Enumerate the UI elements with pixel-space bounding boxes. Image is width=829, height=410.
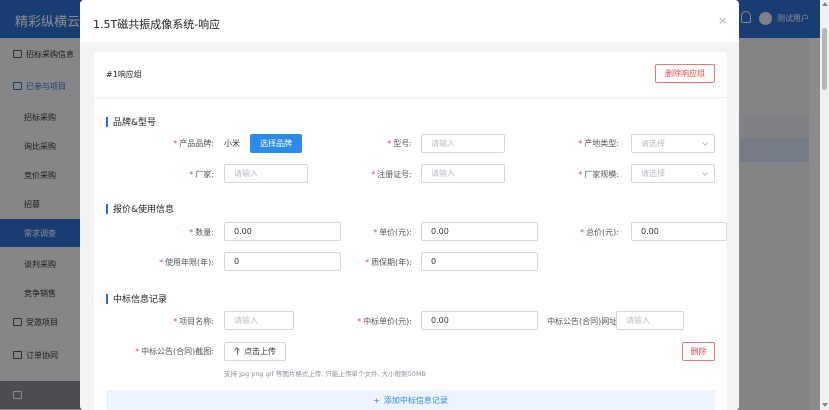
upload-hint: 支持 jpg png gif 等图片格式上传, 只能上传单个文件, 大小限制50…: [224, 370, 427, 378]
origin-type-label: * 产地类型:: [578, 139, 619, 148]
dialog-title: 1.5T磁共振成像系统-响应: [93, 18, 221, 31]
manufacturer-scale-select[interactable]: 请选择: [631, 164, 715, 183]
brand-value: 小米: [224, 139, 240, 148]
registration-label: * 注册证号:: [371, 170, 412, 179]
select-brand-button[interactable]: 选择品牌: [250, 134, 302, 153]
model-label: * 型号:: [387, 139, 412, 148]
total-price-label: * 总价(元):: [580, 228, 619, 237]
section-award-records: 中标信息记录: [106, 292, 167, 305]
upload-button[interactable]: 点击上传: [224, 342, 286, 361]
model-input[interactable]: 请输入: [421, 134, 505, 153]
project-name-input[interactable]: 请输入: [224, 311, 294, 330]
scroll-up-arrow[interactable]: [822, 2, 828, 6]
quantity-input[interactable]: 0.00: [224, 222, 341, 241]
dialog-body: #1响应组 删除响应组 品牌&型号 * 产品品牌: 小米 选择品牌 * 型号: 请输…: [80, 42, 739, 410]
delete-record-button[interactable]: 删除: [682, 342, 715, 361]
chevron-down-icon: [702, 140, 708, 146]
add-award-record-button[interactable]: + 添加中标信息记录: [106, 390, 715, 410]
unit-price-label: * 单价(元):: [373, 228, 412, 237]
upload-icon: [234, 348, 241, 355]
scroll-down-arrow[interactable]: [822, 403, 828, 407]
warranty-label: * 质保期(年):: [365, 258, 412, 267]
quantity-label: * 数量:: [189, 228, 214, 237]
group-title: #1响应组: [106, 70, 142, 79]
origin-type-select[interactable]: 请选择: [631, 134, 715, 153]
project-name-label: * 项目名称:: [173, 317, 214, 326]
award-url-input[interactable]: 请输入: [616, 311, 684, 330]
scroll-thumb[interactable]: [822, 28, 827, 90]
response-dialog: 1.5T磁共振成像系统-响应 × #1响应组 删除响应组 品牌&型号 * 产品品牌…: [80, 0, 739, 410]
manufacturer-scale-label: * 厂家规模:: [578, 170, 619, 179]
award-url-label: 中标公告(合同)网址:: [547, 317, 620, 326]
group-header: #1响应组 删除响应组: [94, 52, 727, 98]
service-life-input[interactable]: 0: [224, 252, 341, 271]
manufacturer-input[interactable]: 请输入: [224, 164, 308, 183]
service-life-label: * 使用年限(年):: [159, 258, 214, 267]
total-price-input[interactable]: 0.00: [631, 222, 727, 241]
warranty-input[interactable]: 0: [421, 252, 538, 271]
award-price-input[interactable]: 0.00: [421, 311, 538, 330]
manufacturer-label: * 厂家:: [189, 170, 214, 179]
unit-price-input[interactable]: 0.00: [421, 222, 538, 241]
award-screenshot-label: * 中标公告(合同)截图:: [135, 347, 214, 356]
response-group-card: #1响应组 删除响应组 品牌&型号 * 产品品牌: 小米 选择品牌 * 型号: 请输…: [94, 52, 727, 410]
registration-input[interactable]: 请输入: [421, 164, 505, 183]
section-price-usage: 报价&使用信息: [106, 202, 174, 215]
brand-label: * 产品品牌:: [173, 139, 214, 148]
chevron-down-icon: [702, 170, 708, 176]
section-brand-model: 品牌&型号: [106, 115, 156, 128]
close-icon[interactable]: ×: [718, 14, 727, 27]
award-price-label: * 中标单价(元):: [357, 317, 412, 326]
plus-icon: +: [373, 395, 380, 405]
delete-group-button[interactable]: 删除响应组: [655, 64, 715, 83]
